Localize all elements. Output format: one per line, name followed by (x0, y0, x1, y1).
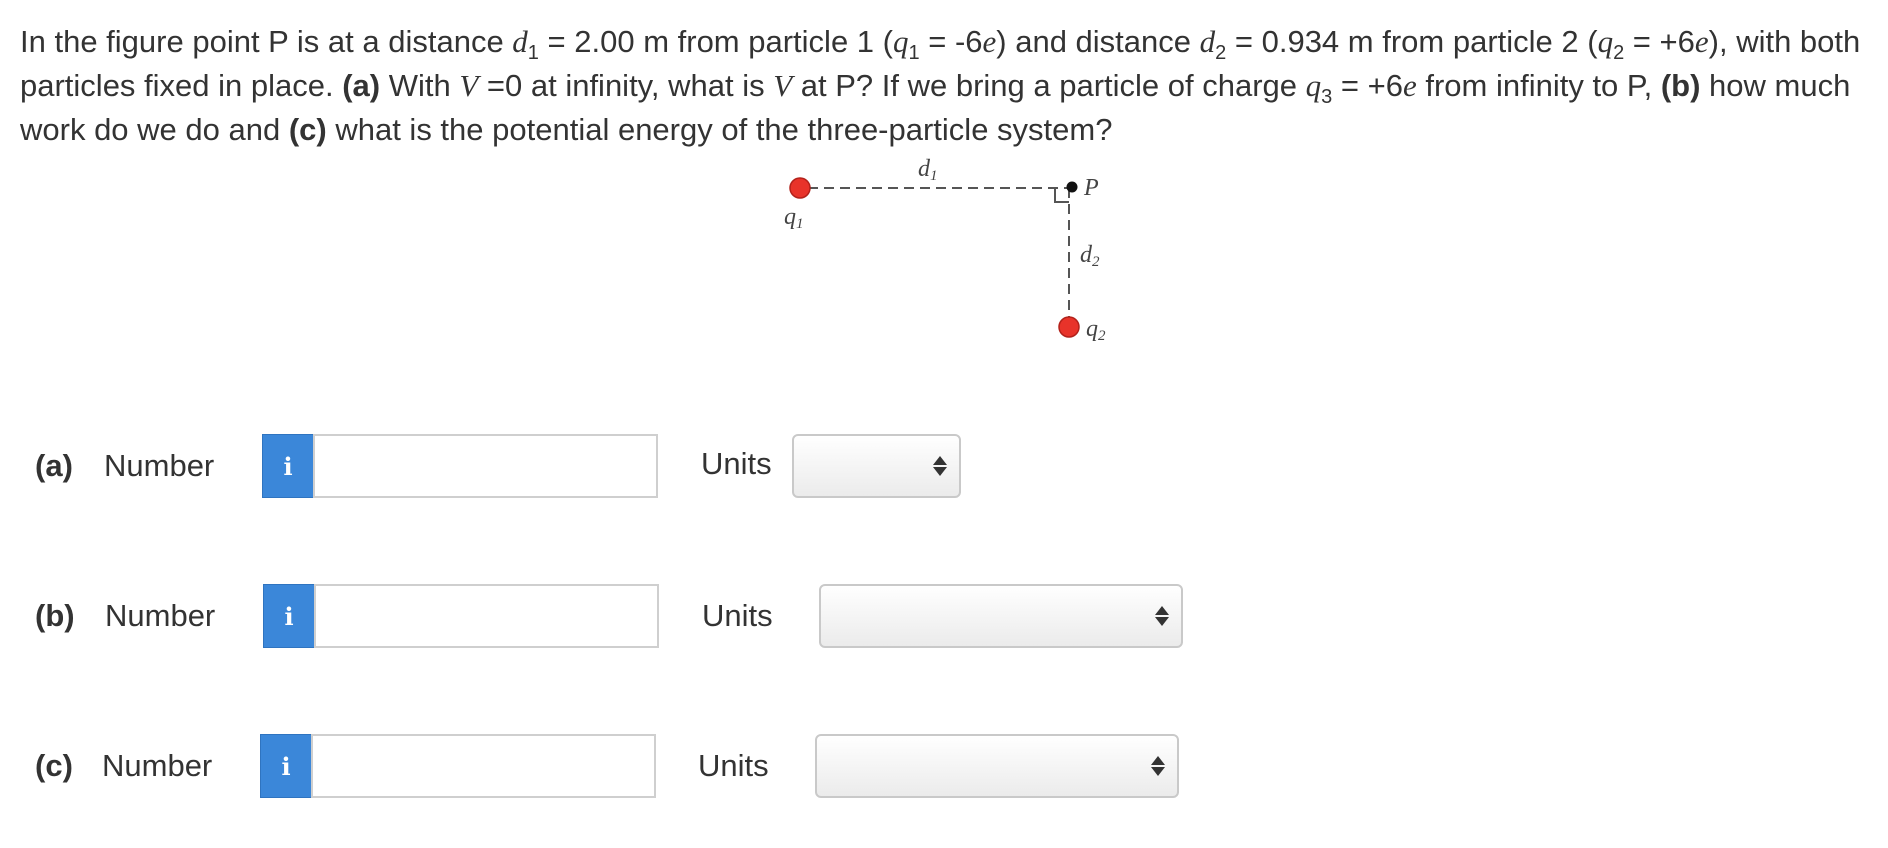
charge-figure: d1 P q1 d2 q2 (784, 156, 1106, 344)
number-label-c: Number (102, 748, 213, 783)
particle-2 (1058, 316, 1080, 338)
updown-arrows-icon (933, 454, 947, 478)
updown-arrows-icon (1151, 754, 1165, 778)
number-input-a[interactable] (313, 434, 658, 498)
part-label-a: (a) (35, 448, 73, 483)
info-icon[interactable]: i (262, 434, 314, 498)
info-icon[interactable]: i (263, 584, 315, 648)
units-select-a[interactable] (792, 434, 961, 498)
units-label-a: Units (701, 446, 772, 481)
number-input-c[interactable] (311, 734, 656, 798)
number-label-b: Number (105, 598, 216, 633)
units-select-c[interactable] (815, 734, 1179, 798)
units-label-c: Units (698, 748, 769, 783)
part-label-c: (c) (35, 748, 73, 783)
updown-arrows-icon (1155, 604, 1169, 628)
p-label: P (1083, 175, 1099, 201)
point-p (1066, 181, 1078, 193)
units-label-b: Units (702, 598, 773, 633)
q2-label: q2 (1086, 316, 1106, 344)
part-label-b: (b) (35, 598, 75, 633)
q1-label: q1 (784, 204, 804, 232)
info-icon[interactable]: i (260, 734, 312, 798)
number-input-b[interactable] (314, 584, 659, 648)
particle-1 (789, 177, 811, 199)
number-label-a: Number (104, 448, 215, 483)
d1-label: d1 (918, 156, 938, 184)
right-angle-mark (1054, 188, 1069, 203)
d2-label: d2 (1080, 242, 1100, 270)
units-select-b[interactable] (819, 584, 1183, 648)
